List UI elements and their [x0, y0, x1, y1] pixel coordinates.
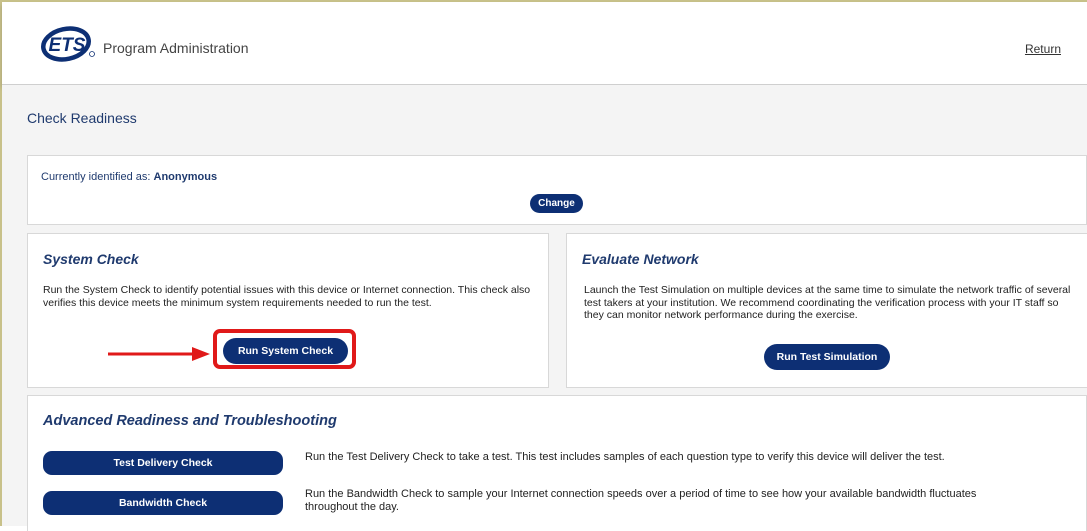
test-delivery-check-description: Run the Test Delivery Check to take a te…: [305, 451, 945, 463]
advanced-heading: Advanced Readiness and Troubleshooting: [43, 413, 337, 429]
page-title: Check Readiness: [27, 110, 137, 126]
logo-text: ETS: [49, 35, 86, 56]
evaluate-network-description: Launch the Test Simulation on multiple d…: [584, 284, 1071, 321]
bandwidth-check-description: Run the Bandwidth Check to sample your I…: [305, 488, 977, 513]
evaluate-network-panel: Evaluate Network Launch the Test Simulat…: [566, 233, 1087, 388]
run-test-simulation-button[interactable]: Run Test Simulation: [764, 344, 890, 370]
evaluate-network-heading: Evaluate Network: [582, 251, 699, 267]
test-delivery-check-button[interactable]: Test Delivery Check: [43, 451, 283, 475]
main-content: Check Readiness Currently identified as:…: [2, 85, 1087, 531]
red-arrow-icon: [108, 347, 210, 361]
system-check-heading: System Check: [43, 251, 139, 267]
return-link[interactable]: Return: [1025, 42, 1061, 56]
identity-label-text: Currently identified as:: [41, 171, 151, 183]
change-button[interactable]: Change: [530, 194, 583, 213]
identity-panel: Currently identified as: Anonymous Chang…: [27, 155, 1087, 225]
run-system-check-button[interactable]: Run System Check: [223, 338, 348, 364]
system-check-panel: System Check Run the System Check to ide…: [27, 233, 549, 388]
system-check-description: Run the System Check to identify potenti…: [43, 284, 531, 309]
identity-value: Anonymous: [153, 171, 218, 183]
identity-label: Currently identified as: Anonymous: [41, 171, 217, 183]
app-header: ETS Program Administration Return: [2, 2, 1087, 85]
advanced-panel: Advanced Readiness and Troubleshooting T…: [27, 395, 1087, 531]
ets-logo: ETS: [40, 24, 98, 64]
app-title: Program Administration: [103, 40, 249, 56]
bandwidth-check-button[interactable]: Bandwidth Check: [43, 491, 283, 515]
